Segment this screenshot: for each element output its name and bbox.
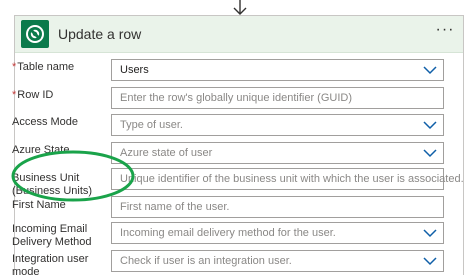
label-text: Integration user mode [12,253,89,278]
field-placeholder: Unique identifier of the business unit w… [120,173,464,185]
label-text: Incoming Email Delivery Method [12,223,92,248]
more-options-button[interactable]: ··· [433,22,457,42]
input-business-unit-business-units[interactable]: Unique identifier of the business unit w… [111,168,464,190]
field-placeholder: Enter the row's globally unique identifi… [120,92,352,104]
dropdown-table-name[interactable]: Users [111,59,444,81]
dropdown-incoming-email-delivery-method[interactable]: Incoming email delivery method for the u… [111,222,444,244]
chevron-down-icon[interactable] [423,228,437,238]
label-text: Access Mode [12,116,79,128]
required-asterisk: * [12,61,17,73]
field-placeholder: Check if user is an integration user. [120,255,292,267]
field-value: Users [120,64,149,76]
field-placeholder: First name of the user. [120,201,230,213]
label-access-mode: Access Mode [12,116,110,129]
card-title: Update a row [58,26,142,42]
label-text: Table name [17,61,75,73]
label-integration-user-mode: Integration user mode [12,253,110,279]
label-incoming-email-delivery-method: Incoming Email Delivery Method [12,223,110,249]
annotation-circle [11,150,135,202]
label-table-name: *Table name [12,61,110,74]
down-arrow-icon [233,0,247,15]
chevron-down-icon[interactable] [423,148,437,158]
field-placeholder: Incoming email delivery method for the u… [120,227,336,239]
field-placeholder: Type of user. [120,119,183,131]
dropdown-access-mode[interactable]: Type of user. [111,114,444,136]
card-header[interactable]: Update a row ··· [15,16,463,53]
input-first-name[interactable]: First name of the user. [111,196,444,218]
dropdown-azure-state[interactable]: Azure state of user [111,142,444,164]
label-row-id: *Row ID [12,89,110,102]
chevron-down-icon[interactable] [423,65,437,75]
chevron-down-icon[interactable] [423,120,437,130]
required-asterisk: * [12,89,17,101]
label-text: Row ID [17,89,54,101]
input-row-id[interactable]: Enter the row's globally unique identifi… [111,87,444,109]
dropdown-integration-user-mode[interactable]: Check if user is an integration user. [111,250,444,272]
dataverse-logo-icon [21,20,49,48]
